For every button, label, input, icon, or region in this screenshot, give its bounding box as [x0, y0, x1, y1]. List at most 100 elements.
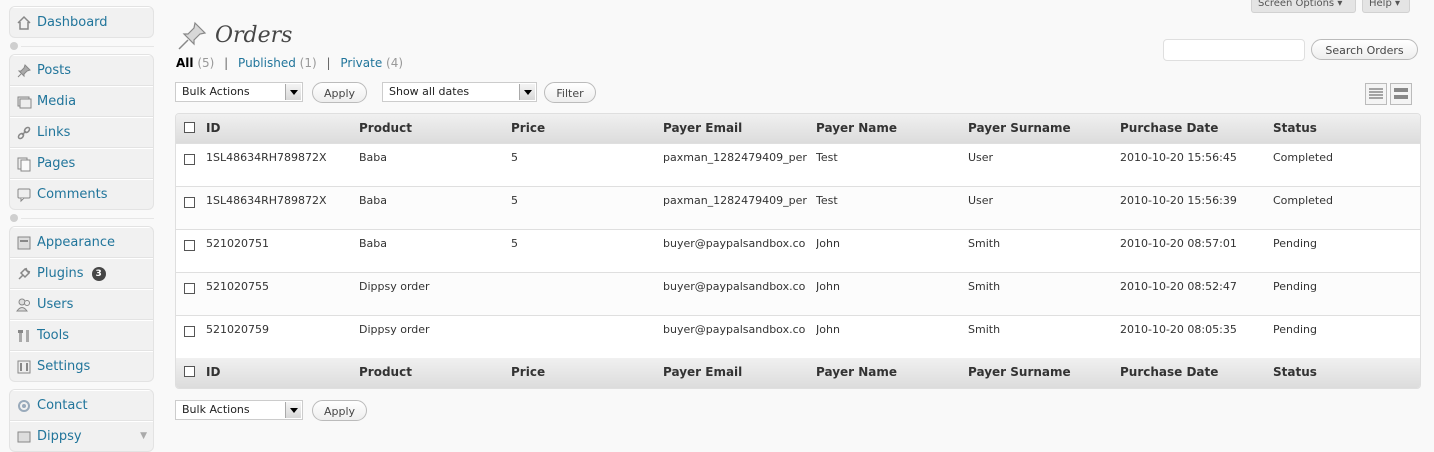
pages-icon	[16, 156, 32, 172]
menu-item-media[interactable]: Media	[10, 86, 153, 117]
screen-options-tab[interactable]: Screen Options ▾	[1251, 0, 1356, 13]
column-footer-payer-email[interactable]: Payer Email	[663, 365, 811, 379]
table-row: 1SL48634RH789872X Baba 5 paxman_12824794…	[176, 143, 1420, 186]
menu-label: Links	[37, 125, 71, 140]
column-header-price[interactable]: Price	[511, 121, 661, 135]
cell-product: Baba	[359, 151, 388, 164]
menu-item-dashboard[interactable]: Dashboard	[10, 7, 153, 37]
menu-item-comments[interactable]: Comments	[10, 179, 153, 209]
row-checkbox[interactable]	[184, 154, 195, 165]
row-checkbox[interactable]	[184, 197, 195, 208]
menu-label: Pages	[37, 156, 76, 171]
chevron-down-icon[interactable]: ▼	[140, 431, 147, 441]
column-header-payer-email[interactable]: Payer Email	[663, 121, 811, 135]
menu-item-users[interactable]: Users	[10, 289, 153, 320]
plugin-update-count-badge: 3	[91, 266, 106, 281]
menu-item-contact[interactable]: Contact	[10, 390, 153, 421]
menu-item-settings[interactable]: Settings	[10, 351, 153, 381]
menu-item-tools[interactable]: Tools	[10, 320, 153, 351]
menu-label: Dippsy	[37, 429, 82, 444]
help-tab[interactable]: Help ▾	[1362, 0, 1410, 13]
menu-item-posts[interactable]: Posts	[10, 55, 153, 86]
menu-item-links[interactable]: Links	[10, 117, 153, 148]
column-footer-product[interactable]: Product	[359, 365, 509, 379]
menu-separator[interactable]	[9, 210, 154, 226]
cell-payer-surname: User	[968, 194, 994, 207]
row-checkbox[interactable]	[184, 326, 195, 337]
column-footer-payer-name[interactable]: Payer Name	[816, 365, 966, 379]
apply-button-bottom[interactable]: Apply	[312, 400, 367, 421]
menu-item-pages[interactable]: Pages	[10, 148, 153, 179]
cell-purchase-date: 2010-10-20 08:05:35	[1120, 323, 1237, 336]
column-footer-id[interactable]: ID	[206, 365, 356, 379]
bulk-actions-select-bottom[interactable]: Bulk Actions	[175, 400, 303, 420]
search-input[interactable]	[1163, 39, 1305, 61]
menu-group-dashboard: Dashboard	[9, 6, 154, 38]
column-header-product[interactable]: Product	[359, 121, 509, 135]
column-footer-purchase-date[interactable]: Purchase Date	[1120, 365, 1270, 379]
menu-label: Users	[37, 297, 74, 312]
cell-product: Dippsy order	[359, 280, 430, 293]
apply-button[interactable]: Apply	[312, 82, 367, 103]
column-footer-payer-surname[interactable]: Payer Surname	[968, 365, 1118, 379]
settings-icon	[16, 359, 32, 375]
cell-id[interactable]: 521020751	[206, 237, 356, 250]
menu-label: Posts	[37, 63, 71, 78]
menu-separator[interactable]	[9, 38, 154, 54]
cell-payer-surname: Smith	[968, 323, 1001, 336]
plugins-icon	[16, 266, 32, 282]
cell-status: Completed	[1273, 194, 1333, 207]
filter-private[interactable]: Private	[340, 56, 382, 70]
cell-purchase-date: 2010-10-20 15:56:39	[1120, 194, 1237, 207]
cell-product: Baba	[359, 194, 388, 207]
table-footer: ID Product Price Payer Email Payer Name …	[176, 358, 1420, 388]
column-header-id[interactable]: ID	[206, 121, 356, 135]
status-filters: All (5) | Published (1) | Private (4)	[176, 56, 403, 70]
cell-id[interactable]: 1SL48634RH789872X	[206, 194, 356, 207]
cell-status: Completed	[1273, 151, 1333, 164]
cell-product: Dippsy order	[359, 323, 430, 336]
column-footer-price[interactable]: Price	[511, 365, 661, 379]
bulk-actions-value: Bulk Actions	[182, 85, 250, 98]
filter-separator: |	[326, 56, 331, 70]
filter-published-count: (1)	[299, 56, 317, 70]
menu-item-plugins[interactable]: Plugins 3	[10, 258, 153, 289]
excerpt-view-icon[interactable]	[1390, 83, 1412, 105]
admin-menu: Dashboard Posts Media Links Pages Commen…	[9, 6, 154, 452]
column-header-status[interactable]: Status	[1273, 121, 1413, 135]
table-row: 1SL48634RH789872X Baba 5 paxman_12824794…	[176, 186, 1420, 229]
filter-published[interactable]: Published	[238, 56, 296, 70]
cell-payer-name: John	[816, 280, 840, 293]
cell-payer-surname: Smith	[968, 237, 1001, 250]
column-header-payer-surname[interactable]: Payer Surname	[968, 121, 1118, 135]
contact-icon	[16, 398, 32, 414]
cell-payer-email: paxman_1282479409_per	[663, 151, 807, 164]
menu-label: Contact	[37, 398, 88, 413]
pushpin-icon	[16, 63, 32, 79]
menu-item-appearance[interactable]: Appearance	[10, 227, 153, 258]
menu-label: Comments	[37, 187, 108, 202]
media-icon	[16, 94, 32, 110]
select-all-checkbox[interactable]	[184, 122, 195, 133]
dippsy-icon	[16, 429, 32, 445]
bulk-actions-select[interactable]: Bulk Actions	[175, 82, 303, 102]
menu-label: Plugins	[37, 266, 84, 281]
cell-id[interactable]: 521020755	[206, 280, 356, 293]
menu-group-content: Posts Media Links Pages Comments	[9, 54, 154, 210]
list-view-icon[interactable]	[1365, 83, 1387, 105]
column-footer-status[interactable]: Status	[1273, 365, 1413, 379]
cell-id[interactable]: 521020759	[206, 323, 356, 336]
column-header-purchase-date[interactable]: Purchase Date	[1120, 121, 1270, 135]
cell-id[interactable]: 1SL48634RH789872X	[206, 151, 356, 164]
menu-group-admin: Appearance Plugins 3 Users Tools Setting…	[9, 226, 154, 382]
select-all-checkbox-bottom[interactable]	[184, 366, 195, 377]
filter-button[interactable]: Filter	[544, 82, 596, 103]
search-orders-button[interactable]: Search Orders	[1311, 39, 1418, 60]
column-header-payer-name[interactable]: Payer Name	[816, 121, 966, 135]
filter-all[interactable]: All	[176, 56, 194, 70]
cell-status: Pending	[1273, 323, 1317, 336]
row-checkbox[interactable]	[184, 283, 195, 294]
dates-select[interactable]: Show all dates	[382, 82, 537, 102]
menu-item-dippsy[interactable]: Dippsy ▼	[10, 421, 153, 451]
row-checkbox[interactable]	[184, 240, 195, 251]
